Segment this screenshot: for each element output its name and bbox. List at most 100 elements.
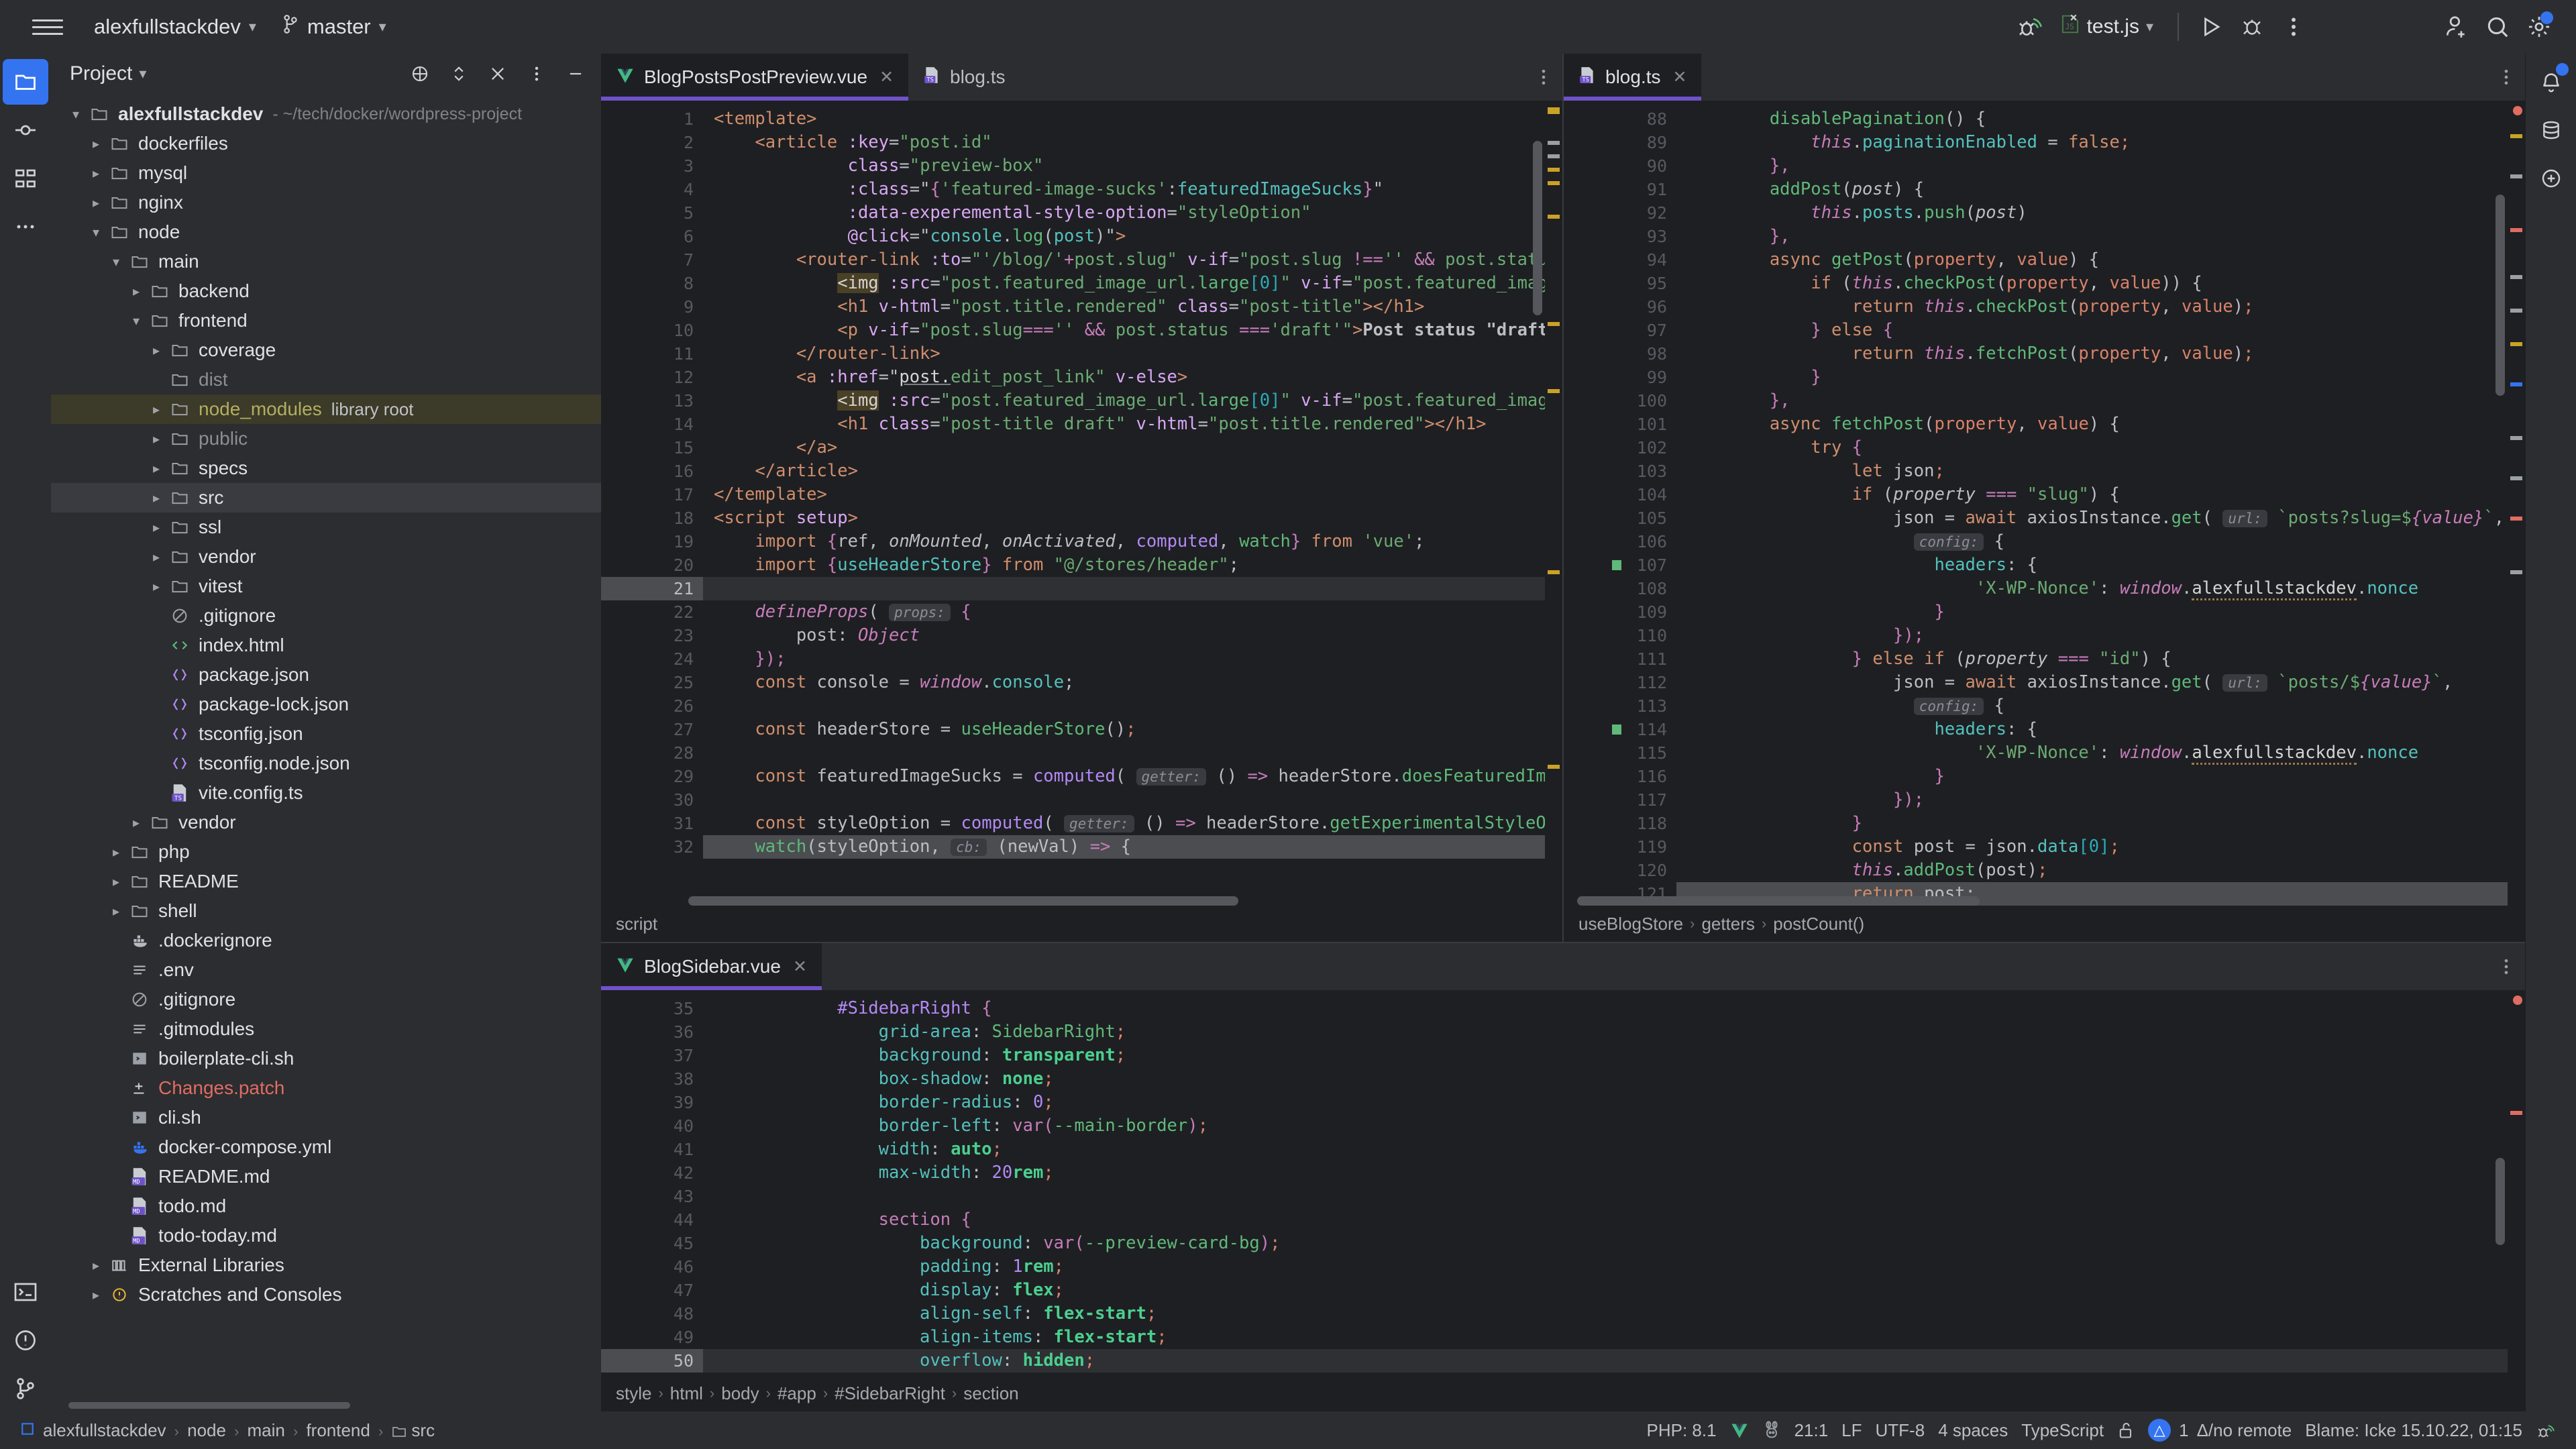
error-marker[interactable] xyxy=(2513,996,2522,1005)
code-line[interactable] xyxy=(703,741,1562,765)
editor-left-code-area[interactable]: 1 2 3 4 5 6 7 8 9 10 11 12 13 14 15 16 17 18 19 20 21 22 23 24 2… xyxy=(601,101,1562,906)
breadcrumb-item[interactable]: useBlogStore xyxy=(1578,914,1683,934)
code-line[interactable]: addPost(post) { xyxy=(1676,178,2525,201)
code-line[interactable]: <h1 v-html="post.title.rendered" class="… xyxy=(703,295,1562,319)
change-marker[interactable] xyxy=(2510,570,2522,574)
tree-item-tsconfig-json[interactable]: tsconfig.json xyxy=(51,719,601,749)
code-line[interactable]: json = await axiosInstance.get( url: `po… xyxy=(1676,671,2525,694)
rail-project-icon[interactable] xyxy=(3,59,48,105)
notifications-bell-icon[interactable] xyxy=(2528,59,2574,105)
change-marker[interactable] xyxy=(2510,174,2522,178)
tree-item-nginx[interactable]: ▸ nginx xyxy=(51,188,601,217)
project-breadcrumb[interactable]: alexfullstackdev › node › main › fronten… xyxy=(13,1420,441,1441)
tree-item-cli-sh[interactable]: cli.sh xyxy=(51,1103,601,1132)
blame-status[interactable]: Blame: Icke 15.10.22, 01:15 xyxy=(2298,1420,2529,1441)
tab-options-icon[interactable] xyxy=(2487,54,2525,101)
chevron-right-icon[interactable]: ▸ xyxy=(146,460,166,477)
editor-bottom-breadcrumb[interactable]: style › html › body › #app › #SidebarRight › secti… xyxy=(601,1375,2525,1411)
code-line[interactable]: class="preview-box" xyxy=(703,154,1562,178)
code-line[interactable]: if (this.checkPost(property, value)) { xyxy=(1676,272,2525,295)
tree-item-gitignore[interactable]: .gitignore xyxy=(51,985,601,1014)
code-line[interactable]: this.paginationEnabled = false; xyxy=(1676,131,2525,154)
code-line[interactable]: }); xyxy=(703,647,1562,671)
ai-assistant-icon[interactable] xyxy=(2528,156,2574,201)
code-line[interactable]: } xyxy=(1676,765,2525,788)
warning-marker[interactable] xyxy=(2510,342,2522,346)
code-line[interactable]: watch(styleOption, cb: (newVal) => { xyxy=(703,835,1562,859)
breadcrumb-item[interactable]: #SidebarRight xyxy=(835,1383,945,1404)
code-line[interactable]: json = await axiosInstance.get( url: `po… xyxy=(1676,506,2525,530)
chevron-right-icon[interactable]: ▸ xyxy=(146,401,166,418)
close-all-icon[interactable] xyxy=(482,58,514,90)
tree-item-readme-md[interactable]: MD README.md xyxy=(51,1162,601,1191)
warning-marker[interactable] xyxy=(1548,168,1560,172)
code-line[interactable]: <template> xyxy=(703,107,1562,131)
tree-item-boilerplate-cli-sh[interactable]: boilerplate-cli.sh xyxy=(51,1044,601,1073)
gutter-change-icon[interactable] xyxy=(1612,724,1621,735)
tree-item-package-lock-json[interactable]: package-lock.json xyxy=(51,690,601,719)
change-marker[interactable] xyxy=(2510,436,2522,440)
run-configuration-selector[interactable]: JS test.js ▾ xyxy=(2051,9,2163,44)
chevron-right-icon[interactable]: ▸ xyxy=(106,873,126,890)
file-encoding[interactable]: UTF-8 xyxy=(1869,1420,1932,1441)
settings-gear-icon[interactable] xyxy=(2518,6,2560,48)
breadcrumb-item[interactable]: section xyxy=(963,1383,1018,1404)
code-line[interactable]: } else { xyxy=(1676,319,2525,342)
tree-item-package-json[interactable]: package.json xyxy=(51,660,601,690)
rail-more-icon[interactable] xyxy=(3,204,48,250)
editor-tab-blogpostspostpreview-vue[interactable]: BlogPostsPostPreview.vue ✕ xyxy=(601,54,909,101)
tree-item-index-html[interactable]: index.html xyxy=(51,631,601,660)
change-marker[interactable] xyxy=(2510,309,2522,313)
code-line[interactable]: headers: { xyxy=(1676,718,2525,741)
project-breadcrumb-item[interactable]: frontend xyxy=(306,1420,370,1440)
code-line[interactable]: headers: { xyxy=(1676,553,2525,577)
code-line[interactable]: #SidebarRight { xyxy=(703,997,2525,1020)
code-line[interactable]: max-width: 20rem; xyxy=(703,1161,2525,1185)
warning-marker[interactable] xyxy=(1548,765,1560,769)
warning-marker[interactable] xyxy=(1548,181,1560,185)
project-breadcrumb-item[interactable]: main xyxy=(248,1420,285,1440)
tree-item-gitmodules[interactable]: .gitmodules xyxy=(51,1014,601,1044)
editor-left-horizontal-scrollbar[interactable] xyxy=(688,896,1238,906)
code-line[interactable]: border-radius: 0; xyxy=(703,1091,2525,1114)
editor-right-vertical-scrollbar[interactable] xyxy=(2496,195,2505,396)
breadcrumb-item[interactable]: getters xyxy=(1701,914,1755,934)
code-line[interactable]: this.addPost(post); xyxy=(1676,859,2525,882)
tree-item-mysql[interactable]: ▸ mysql xyxy=(51,158,601,188)
code-line[interactable]: if (property === "slug") { xyxy=(1676,483,2525,506)
chevron-right-icon[interactable]: ▸ xyxy=(106,844,126,861)
code-line[interactable]: display: flex; xyxy=(703,1279,2525,1302)
tree-item-todo-today-md[interactable]: MD todo-today.md xyxy=(51,1221,601,1250)
code-line[interactable]: <p v-if="post.slug==='' && post.status =… xyxy=(703,319,1562,342)
debug-listen-status-icon[interactable] xyxy=(2529,1420,2563,1440)
add-user-icon[interactable] xyxy=(2435,6,2477,48)
tree-item-src[interactable]: ▸ src xyxy=(51,483,601,513)
rail-terminal-icon[interactable] xyxy=(3,1269,48,1315)
editor-left-tabbar[interactable]: BlogPostsPostPreview.vue ✕ TS blog.ts xyxy=(601,54,1562,101)
caret-position[interactable]: 21:1 xyxy=(1788,1420,1835,1441)
tree-item-shell[interactable]: ▸ shell xyxy=(51,896,601,926)
tree-item-node[interactable]: ▾ node xyxy=(51,217,601,247)
tree-item-vitest[interactable]: ▸ vitest xyxy=(51,572,601,601)
warning-marker[interactable] xyxy=(1548,107,1560,114)
chevron-right-icon[interactable]: ▸ xyxy=(86,195,106,211)
tree-item-dockerfiles[interactable]: ▸ dockerfiles xyxy=(51,129,601,158)
close-tab-icon[interactable]: ✕ xyxy=(879,67,894,87)
tree-item-dist[interactable]: dist xyxy=(51,365,601,394)
chevron-right-icon[interactable]: ▸ xyxy=(146,342,166,359)
tree-item-alexfullstackdev[interactable]: ▾ alexfullstackdev - ~/tech/docker/wordpre… xyxy=(51,99,601,129)
tree-item-frontend[interactable]: ▾ frontend xyxy=(51,306,601,335)
tree-item-vendor[interactable]: ▸ vendor xyxy=(51,542,601,572)
tree-item-dockerignore[interactable]: .dockerignore xyxy=(51,926,601,955)
code-line[interactable]: const console = window.console; xyxy=(703,671,1562,694)
code-line[interactable]: defineProps( props: { xyxy=(703,600,1562,624)
code-line[interactable]: align-items: flex-start; xyxy=(703,1326,2525,1349)
rail-structure-icon[interactable] xyxy=(3,156,48,201)
code-line[interactable]: return this.fetchPost(property, value); xyxy=(1676,342,2525,366)
debug-icon[interactable] xyxy=(2231,6,2273,48)
change-marker[interactable] xyxy=(2510,275,2522,279)
code-line[interactable]: align-self: flex-start; xyxy=(703,1302,2525,1326)
code-line[interactable]: <a :href="post.edit_post_link" v-else> xyxy=(703,366,1562,389)
code-line[interactable]: const headerStore = useHeaderStore(); xyxy=(703,718,1562,741)
change-marker[interactable] xyxy=(1548,154,1560,158)
